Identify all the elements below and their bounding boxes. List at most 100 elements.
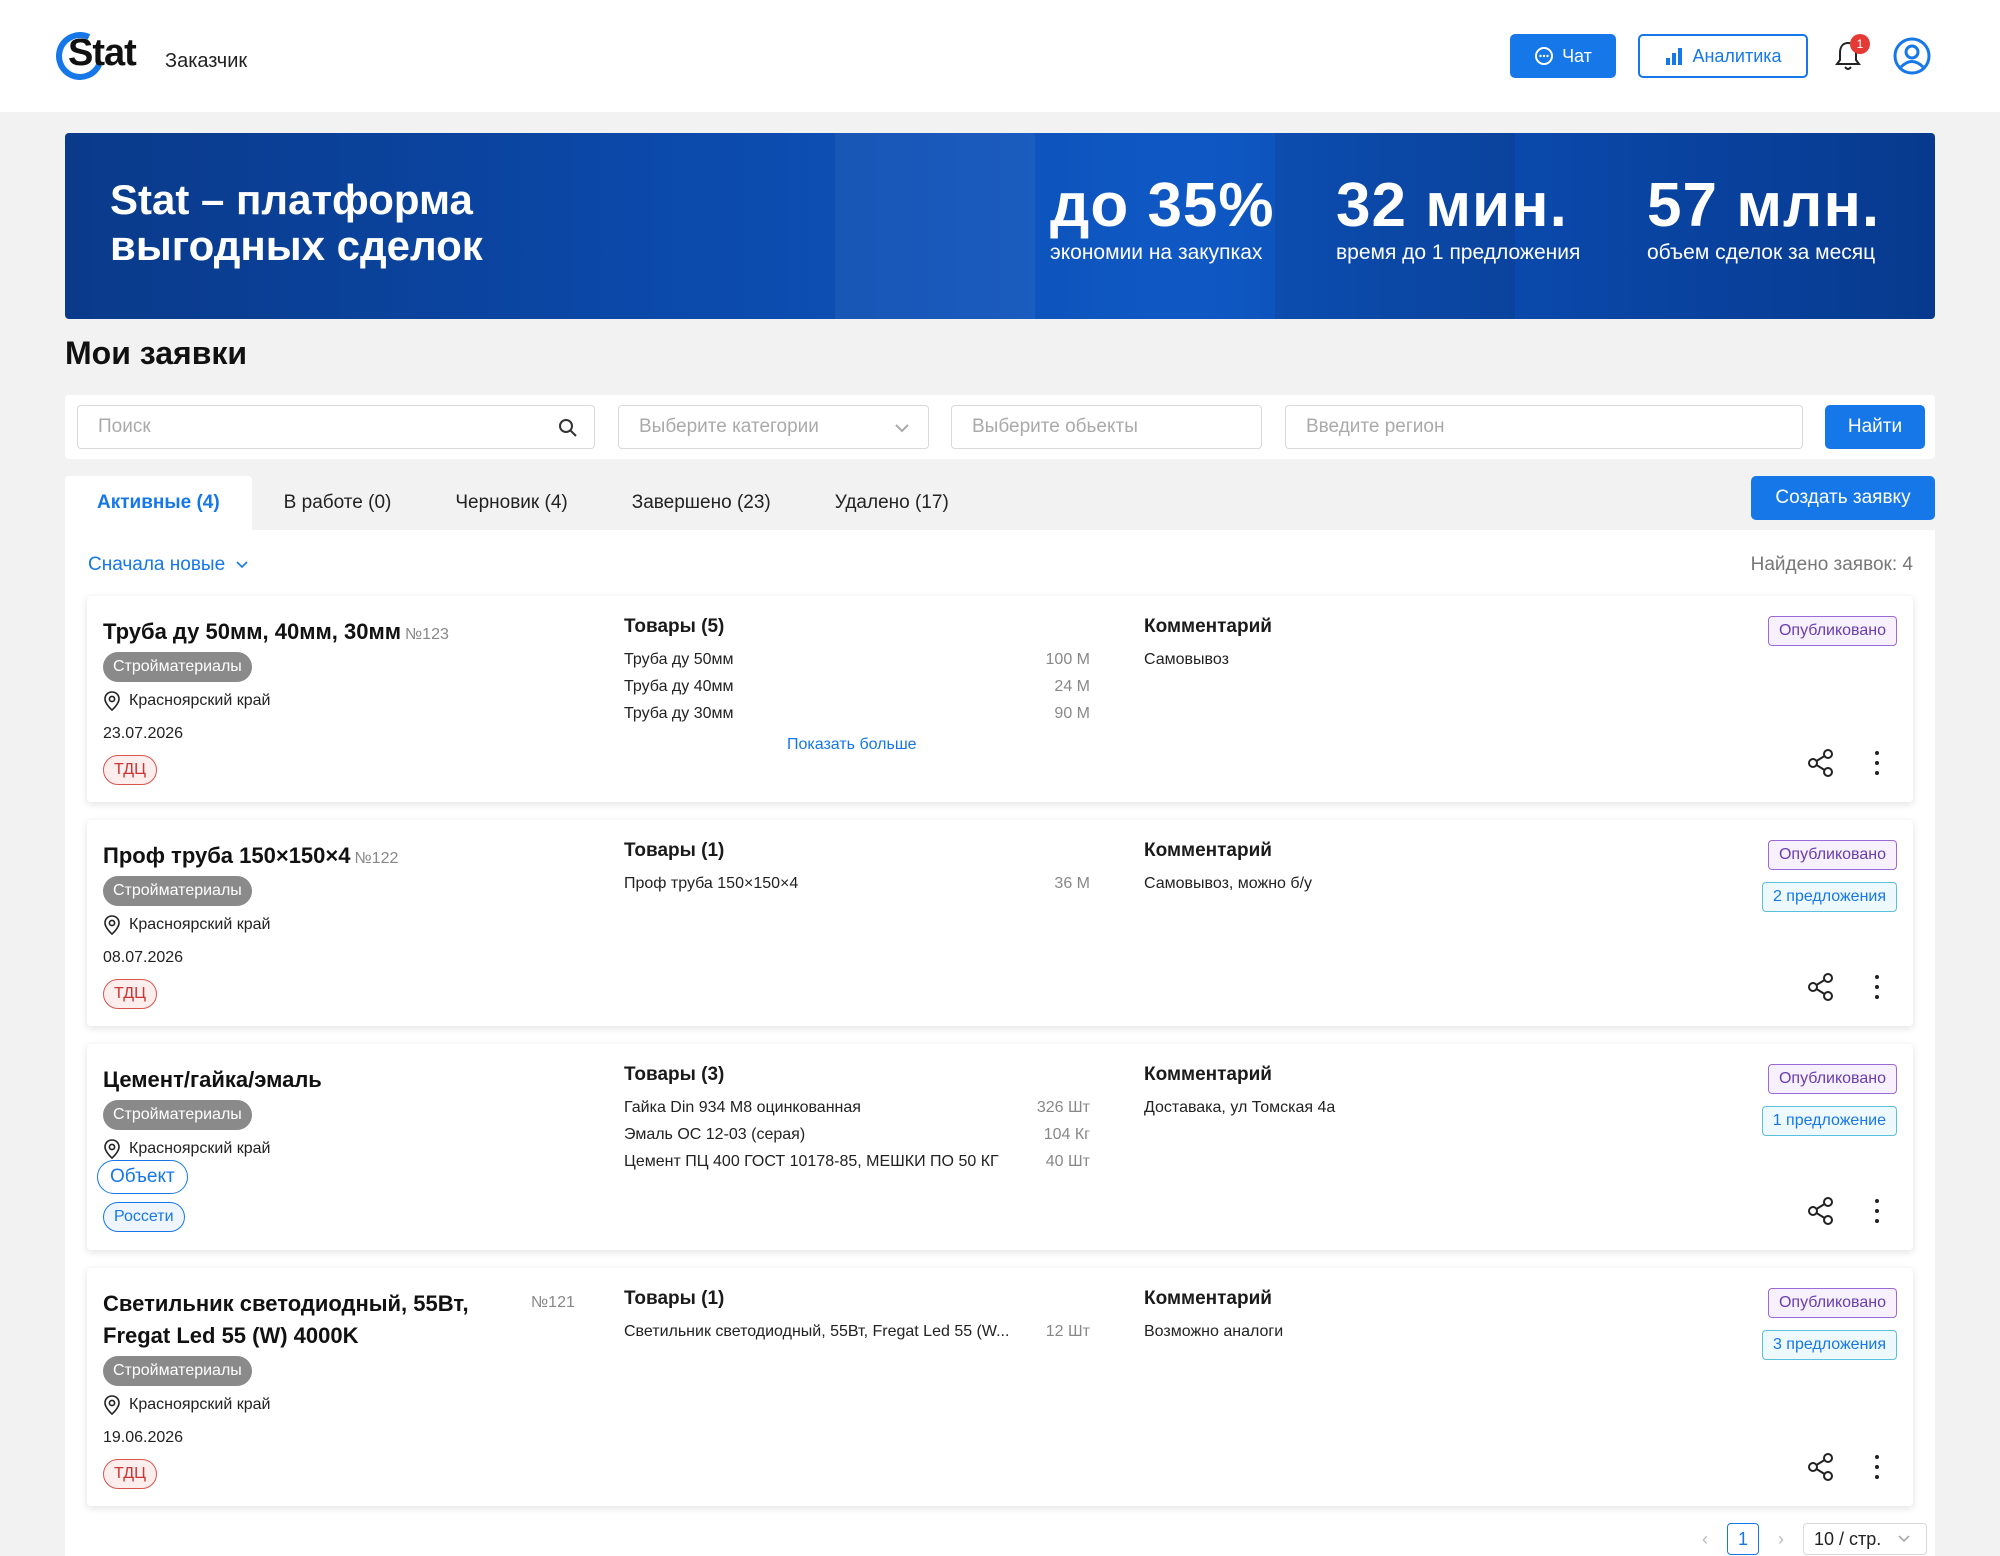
more-menu-icon[interactable] [1871, 972, 1883, 1002]
comment-header: Комментарий [1144, 1288, 1272, 1309]
request-number: №123 [405, 626, 449, 643]
more-menu-icon[interactable] [1871, 1196, 1883, 1226]
category-chip: Стройматериалы [103, 1100, 252, 1130]
prev-page-icon[interactable]: ‹ [1695, 1529, 1715, 1550]
request-title[interactable]: Цемент/гайка/эмаль [103, 1064, 322, 1096]
more-menu-icon[interactable] [1871, 1452, 1883, 1482]
comment-text: Доставака, ул Томская 4а [1144, 1099, 1336, 1116]
tab-active[interactable]: Активные (4) [65, 476, 252, 530]
sort-select[interactable]: Сначала новые [88, 554, 249, 576]
goods-item: Проф труба 150×150×4 36 М [624, 875, 1090, 892]
find-button[interactable]: Найти [1825, 405, 1925, 449]
object-tag[interactable]: Объект [97, 1160, 188, 1194]
bar-chart-icon [1666, 48, 1683, 65]
sort-label: Сначала новые [88, 554, 226, 575]
goods-header: Товары (5) [624, 616, 725, 637]
chevron-down-icon [236, 561, 248, 569]
top-header: Stat Заказчик Чат Аналитика 1 [0, 0, 2000, 112]
category-chip: Стройматериалы [103, 876, 252, 906]
more-menu-icon[interactable] [1871, 748, 1883, 778]
location-pin-icon [104, 691, 120, 711]
tdc-tag: ТДЦ [103, 979, 157, 1009]
tab-deleted[interactable]: Удалено (17) [803, 476, 981, 530]
request-card[interactable]: Проф труба 150×150×4 №122 Стройматериалы … [87, 820, 1913, 1026]
request-number: №121 [531, 1294, 575, 1311]
goods-header: Товары (1) [624, 840, 725, 861]
region-label: Красноярский край [103, 915, 270, 935]
status-tabs: Активные (4) В работе (0) Черновик (4) З… [65, 476, 981, 530]
logo[interactable]: Stat [49, 25, 146, 87]
goods-list: Труба ду 50мм 100 М Труба ду 40мм 24 М Тру… [624, 651, 1090, 732]
region-input[interactable]: Введите регион [1285, 405, 1803, 449]
search-input[interactable]: Поиск [77, 405, 595, 449]
request-title[interactable]: Проф труба 150×150×4 №122 [103, 840, 398, 875]
pagination: ‹ 1 › 10 / стр. [1695, 1522, 1927, 1556]
page-size-select[interactable]: 10 / стр. [1803, 1523, 1927, 1555]
tab-completed[interactable]: Завершено (23) [600, 476, 803, 530]
chat-label: Чат [1562, 45, 1592, 66]
goods-header: Товары (1) [624, 1288, 725, 1309]
filter-bar: Поиск Выберите категории Выберите обьект… [65, 395, 1935, 459]
status-badge: Опубликовано [1767, 1288, 1897, 1318]
role-label: Заказчик [165, 50, 248, 72]
goods-item: Гайка Din 934 М8 оцинкованная 326 Шт [624, 1099, 1090, 1116]
goods-item: Труба ду 40мм 24 М [624, 678, 1090, 695]
chat-button[interactable]: Чат [1510, 34, 1616, 78]
category-select[interactable]: Выберите категории [618, 405, 929, 449]
request-card[interactable]: Светильник светодиодный, 55Вт, Fregat Le… [87, 1268, 1913, 1506]
goods-item: Цемент ПЦ 400 ГОСТ 10178-85, МЕШКИ ПО 50… [624, 1153, 1090, 1170]
user-avatar-icon[interactable] [1892, 36, 1932, 76]
objects-placeholder: Выберите обьекты [972, 416, 1138, 437]
show-more-link[interactable]: Показать больше [787, 736, 917, 754]
region-placeholder: Введите регион [1306, 416, 1445, 437]
offers-badge[interactable]: 2 предложения [1761, 882, 1897, 912]
banner-stat-volume: 57 млн. объем сделок за месяц [1647, 171, 1881, 265]
status-badge: Опубликовано [1767, 840, 1897, 870]
page-button[interactable]: 1 [1727, 1523, 1759, 1555]
status-badge: Опубликовано [1767, 1064, 1897, 1094]
offers-badge[interactable]: 1 предложение [1761, 1106, 1897, 1136]
next-page-icon[interactable]: › [1771, 1529, 1791, 1550]
goods-header: Товары (3) [624, 1064, 725, 1085]
goods-list: Проф труба 150×150×4 36 М [624, 875, 1090, 902]
region-label: Красноярский край [103, 1139, 270, 1159]
share-icon[interactable] [1807, 972, 1835, 1002]
offers-badge[interactable]: 3 предложения [1761, 1330, 1897, 1360]
category-chip: Стройматериалы [103, 652, 252, 682]
banner-title-line2: выгодных сделок [110, 222, 483, 269]
comment-text: Самовывоз [1144, 651, 1229, 668]
promo-banner: Stat – платформа выгодных сделок до 35% … [65, 133, 1935, 319]
share-icon[interactable] [1807, 748, 1835, 778]
tdc-tag: ТДЦ [103, 1459, 157, 1489]
organization-tag: Россети [103, 1202, 185, 1232]
logo-text: Stat [68, 32, 137, 74]
search-icon[interactable] [558, 418, 578, 438]
request-date: 08.07.2026 [103, 949, 184, 966]
comment-text: Возможно аналоги [1144, 1323, 1284, 1340]
location-pin-icon [104, 1139, 120, 1159]
request-title[interactable]: Труба ду 50мм, 40мм, 30мм №123 [103, 616, 449, 651]
request-card[interactable]: Труба ду 50мм, 40мм, 30мм №123 Стройматер… [87, 596, 1913, 802]
request-card[interactable]: Цемент/гайка/эмаль Стройматериалы Красно… [87, 1044, 1913, 1250]
banner-title-line1: Stat – платформа [110, 176, 473, 223]
banner-stat-time: 32 мин. время до 1 предложения [1336, 171, 1581, 265]
share-icon[interactable] [1807, 1196, 1835, 1226]
chat-icon [1535, 47, 1554, 65]
request-number: №122 [354, 850, 399, 867]
tab-in-progress[interactable]: В работе (0) [252, 476, 424, 530]
tab-draft[interactable]: Черновик (4) [423, 476, 599, 530]
create-request-button[interactable]: Создать заявку [1751, 476, 1935, 520]
analytics-button[interactable]: Аналитика [1638, 34, 1808, 78]
goods-item: Эмаль ОС 12-03 (серая) 104 Кг [624, 1126, 1090, 1143]
request-list: Сначала новые Найдено заявок: 4 Труба ду… [65, 530, 1935, 1556]
page-size-label: 10 / стр. [1814, 1528, 1882, 1549]
comment-text: Самовывоз, можно б/у [1144, 875, 1313, 892]
request-date: 23.07.2026 [103, 725, 184, 742]
banner-stat-savings: до 35% экономии на закупках [1050, 171, 1275, 265]
status-badge: Опубликовано [1767, 616, 1897, 646]
comment-header: Комментарий [1144, 840, 1272, 861]
objects-select[interactable]: Выберите обьекты [951, 405, 1262, 449]
page-title: Мои заявки [65, 335, 248, 371]
share-icon[interactable] [1807, 1452, 1835, 1482]
request-title[interactable]: Светильник светодиодный, 55Вт, Fregat Le… [103, 1288, 469, 1352]
